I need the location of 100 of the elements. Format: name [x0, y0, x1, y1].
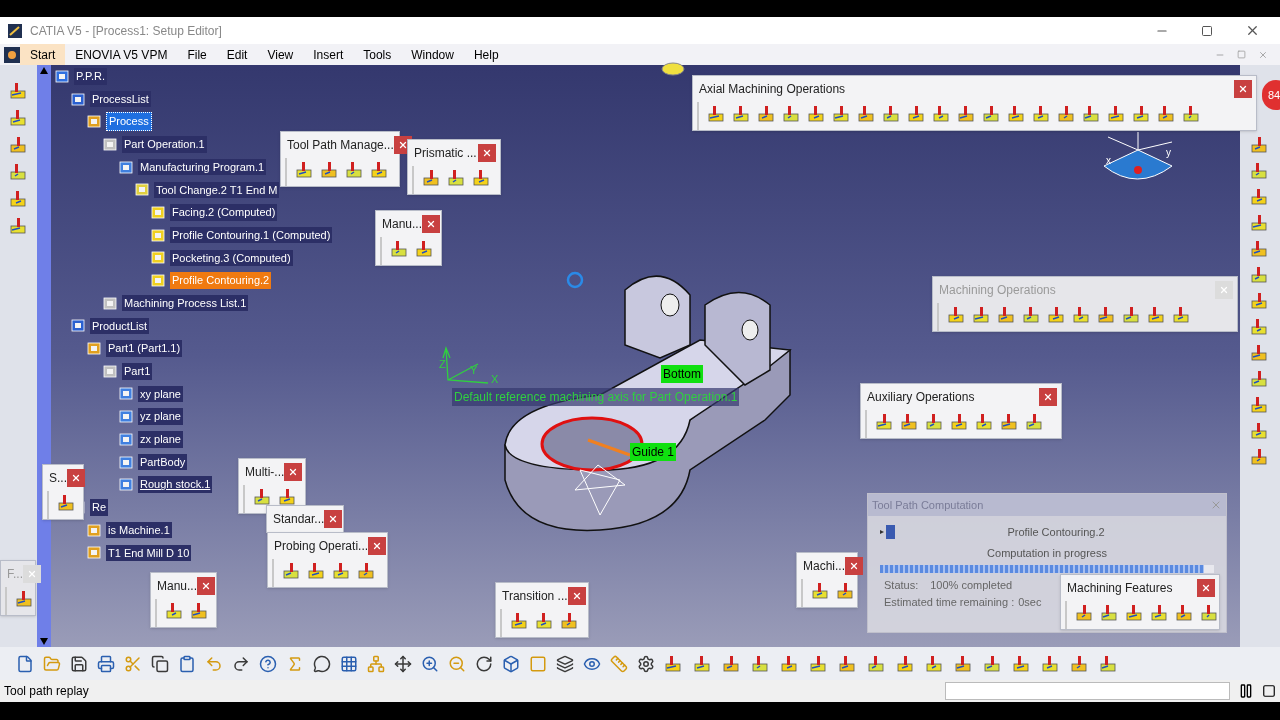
- machining-tool-icon[interactable]: [357, 561, 377, 581]
- machining-tool-icon[interactable]: [320, 160, 340, 180]
- machining-tool-icon[interactable]: [832, 104, 852, 124]
- menu-item[interactable]: Window: [401, 44, 464, 65]
- machining-tool-icon[interactable]: [1250, 213, 1270, 233]
- machining-tool-icon[interactable]: [282, 561, 302, 581]
- machining-tool-icon[interactable]: [925, 412, 945, 432]
- close-button[interactable]: [1197, 579, 1215, 597]
- machining-tool-icon[interactable]: [896, 653, 916, 674]
- toolbar-icon[interactable]: [475, 654, 493, 673]
- close-icon[interactable]: [1043, 392, 1053, 402]
- maximize-icon[interactable]: [1201, 24, 1213, 37]
- menu-item[interactable]: ENOVIA V5 VPM: [65, 44, 178, 65]
- menu-item[interactable]: Tools: [353, 44, 402, 65]
- machining-tool-icon[interactable]: [1250, 239, 1270, 259]
- machining-tool-icon[interactable]: [1175, 603, 1195, 623]
- machining-tool-icon[interactable]: [447, 168, 467, 188]
- machining-tool-icon[interactable]: [307, 561, 327, 581]
- machining-tool-icon[interactable]: [947, 305, 967, 325]
- close-icon[interactable]: [71, 473, 81, 483]
- machining-tool-icon[interactable]: [975, 412, 995, 432]
- machining-tool-icon[interactable]: [1250, 369, 1270, 389]
- close-icon[interactable]: [288, 467, 299, 477]
- machining-tool-icon[interactable]: [882, 104, 902, 124]
- toolbar-icon[interactable]: [151, 654, 169, 673]
- tree-item[interactable]: Process: [106, 112, 152, 131]
- machining-tool-icon[interactable]: [997, 305, 1017, 325]
- toolbar-icon[interactable]: [502, 654, 520, 673]
- toolbar-icon[interactable]: [313, 654, 331, 673]
- menu-item[interactable]: View: [257, 44, 304, 65]
- close-button[interactable]: [422, 215, 441, 233]
- machining-tool-icon[interactable]: [8, 135, 29, 155]
- machining-tool-icon[interactable]: [422, 168, 442, 188]
- machining-tool-icon[interactable]: [1182, 104, 1202, 124]
- machining-tool-icon[interactable]: [857, 104, 877, 124]
- machining-tool-icon[interactable]: [8, 216, 29, 236]
- toolbar-icon[interactable]: [178, 654, 196, 673]
- machining-tool-icon[interactable]: [1250, 395, 1270, 415]
- machining-tool-icon[interactable]: [560, 611, 580, 631]
- machining-tool-icon[interactable]: [1032, 104, 1052, 124]
- scroll-down-icon[interactable]: [40, 638, 48, 645]
- machining-tool-icon[interactable]: [1047, 305, 1067, 325]
- close-button[interactable]: [197, 577, 216, 595]
- machining-tool-icon[interactable]: [751, 653, 771, 674]
- machining-tool-icon[interactable]: [1082, 104, 1102, 124]
- tree-item[interactable]: Machining Process List.1: [122, 294, 249, 312]
- machining-tool-icon[interactable]: [1250, 265, 1270, 285]
- close-icon[interactable]: [328, 514, 339, 524]
- machining-tool-icon[interactable]: [1099, 653, 1119, 674]
- scroll-bar[interactable]: [37, 65, 51, 647]
- close-icon[interactable]: [201, 581, 212, 591]
- close-button[interactable]: [67, 469, 85, 487]
- close-button[interactable]: [324, 510, 343, 528]
- machining-tool-icon[interactable]: [1132, 104, 1152, 124]
- machining-tool-icon[interactable]: [332, 561, 352, 581]
- machining-tool-icon[interactable]: [1250, 447, 1270, 467]
- machining-tool-icon[interactable]: [782, 104, 802, 124]
- machining-tool-icon[interactable]: [1100, 603, 1120, 623]
- machining-tool-icon[interactable]: [390, 239, 410, 259]
- machining-tool-icon[interactable]: [954, 653, 974, 674]
- machining-tool-icon[interactable]: [1250, 343, 1270, 363]
- machining-tool-icon[interactable]: [867, 653, 887, 674]
- machining-tool-icon[interactable]: [1147, 305, 1167, 325]
- close-button[interactable]: [368, 537, 387, 555]
- machining-tool-icon[interactable]: [1070, 653, 1090, 674]
- machining-tool-icon[interactable]: [1007, 104, 1027, 124]
- menu-item[interactable]: Help: [463, 44, 509, 65]
- machining-tool-icon[interactable]: [345, 160, 365, 180]
- machining-tool-icon[interactable]: [1250, 187, 1270, 207]
- menu-item[interactable]: Edit: [216, 44, 258, 65]
- machining-tool-icon[interactable]: [983, 653, 1003, 674]
- machining-tool-icon[interactable]: [1250, 135, 1270, 155]
- machining-tool-icon[interactable]: [1107, 104, 1127, 124]
- tree-item[interactable]: xy plane: [138, 385, 183, 403]
- machining-tool-icon[interactable]: [664, 653, 684, 674]
- close-icon[interactable]: [426, 219, 437, 229]
- tree-item[interactable]: Part1 (Part1.1): [106, 340, 183, 357]
- machining-tool-icon[interactable]: [1025, 412, 1045, 432]
- close-button[interactable]: [845, 557, 863, 575]
- machining-tool-icon[interactable]: [1125, 603, 1145, 623]
- machining-tool-icon[interactable]: [1250, 291, 1270, 311]
- machining-tool-icon[interactable]: [1150, 603, 1170, 623]
- tree-item[interactable]: zx plane: [138, 431, 183, 448]
- machining-tool-icon[interactable]: [1122, 305, 1142, 325]
- machining-tool-icon[interactable]: [8, 81, 29, 101]
- tree-item[interactable]: Rough stock.1: [138, 476, 213, 493]
- machining-tool-icon[interactable]: [190, 601, 210, 621]
- machining-tool-icon[interactable]: [57, 493, 77, 513]
- machining-tool-icon[interactable]: [15, 589, 35, 609]
- close-icon[interactable]: [482, 148, 492, 158]
- toolbar-icon[interactable]: [16, 654, 34, 673]
- menu-item[interactable]: Start: [20, 44, 66, 65]
- close-icon[interactable]: [849, 561, 859, 571]
- machining-tool-icon[interactable]: [1157, 104, 1177, 124]
- close-button[interactable]: [1039, 388, 1057, 406]
- machining-tool-icon[interactable]: [472, 168, 492, 188]
- toolbar-icon[interactable]: [232, 654, 250, 673]
- machining-tool-icon[interactable]: [780, 653, 800, 674]
- tree-item[interactable]: Facing.2 (Computed): [170, 204, 278, 221]
- toolbar-icon[interactable]: [70, 654, 88, 673]
